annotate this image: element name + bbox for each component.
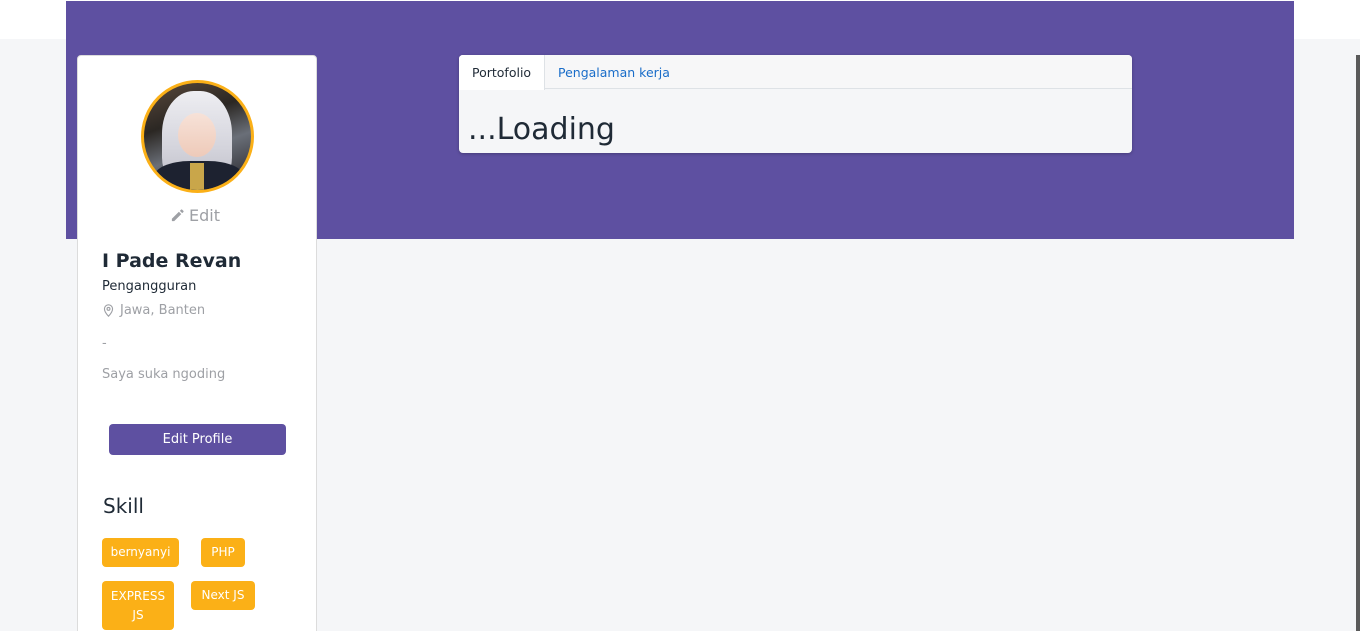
edit-photo-button[interactable]: Edit	[170, 206, 220, 225]
skill-badge-next-js: Next JS	[191, 581, 255, 610]
profile-location: Jawa, Banten	[102, 303, 205, 318]
avatar	[141, 80, 254, 193]
tabs-card: Portofolio Pengalaman kerja ...Loading	[459, 55, 1132, 153]
profile-card: Edit I Pade Revan Pengangguran Jawa, Ban…	[77, 55, 317, 631]
skill-badge-express-js: EXPRESS JS	[102, 581, 174, 630]
tab-portofolio[interactable]: Portofolio	[459, 55, 546, 90]
profile-dash: -	[102, 336, 107, 351]
profile-location-text: Jawa, Banten	[120, 303, 206, 318]
skill-badge-bernyanyi: bernyanyi	[102, 538, 179, 567]
scrollbar[interactable]	[1356, 55, 1360, 631]
tab-pengalaman-kerja[interactable]: Pengalaman kerja	[545, 55, 683, 89]
pencil-icon	[171, 209, 184, 222]
map-pin-icon	[103, 304, 114, 317]
edit-photo-label: Edit	[189, 206, 220, 225]
profile-job: Pengangguran	[102, 279, 197, 294]
edit-profile-button[interactable]: Edit Profile	[109, 424, 286, 455]
skill-badge-php: PHP	[201, 538, 245, 567]
skill-title: Skill	[103, 494, 144, 518]
profile-bio: Saya suka ngoding	[102, 367, 226, 382]
tab-header: Portofolio Pengalaman kerja	[459, 55, 1132, 90]
profile-name: I Pade Revan	[102, 250, 242, 272]
loading-text: ...Loading	[468, 112, 615, 147]
